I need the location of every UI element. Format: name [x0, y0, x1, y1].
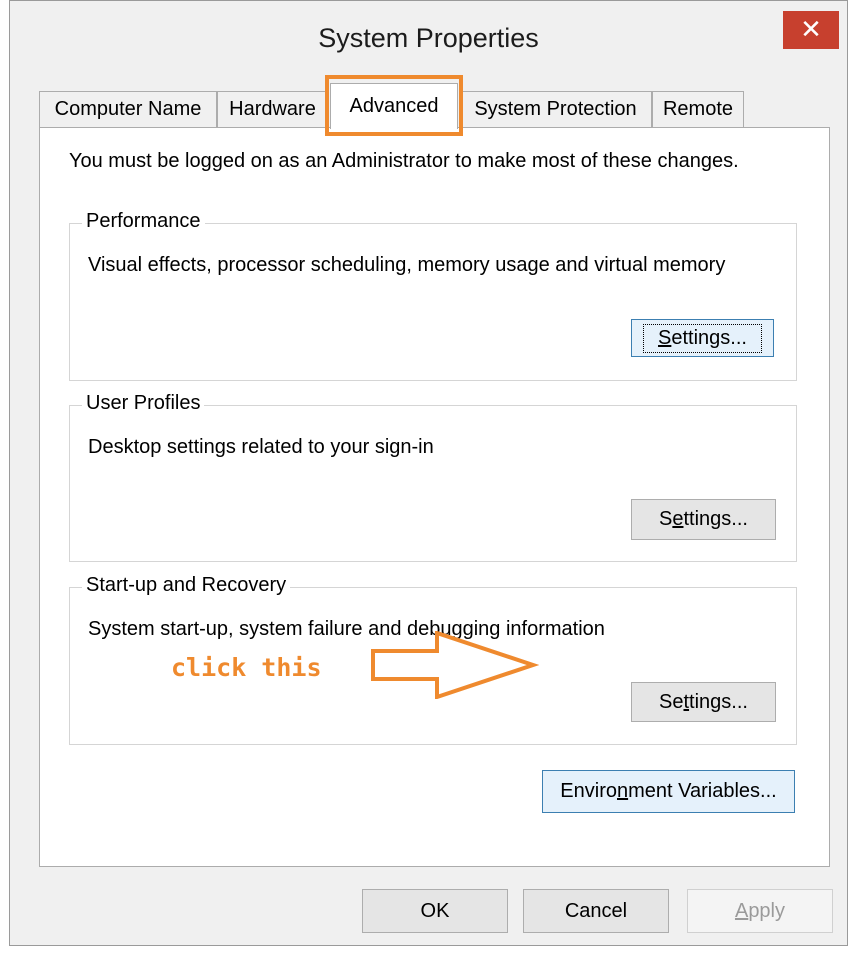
user-profiles-group: User Profiles Desktop settings related t…: [69, 392, 797, 562]
startup-recovery-settings-button[interactable]: Settings...: [631, 682, 776, 722]
tab-label: Hardware: [229, 98, 316, 120]
button-label: Environment Variables...: [560, 780, 777, 802]
admin-note: You must be logged on as an Administrato…: [69, 150, 739, 172]
environment-variables-button[interactable]: Environment Variables...: [542, 770, 795, 813]
performance-legend: Performance: [82, 210, 205, 233]
performance-settings-button[interactable]: Settings...: [631, 319, 774, 357]
button-label: Settings...: [643, 323, 762, 353]
button-label: Apply: [734, 899, 786, 922]
ok-button[interactable]: OK: [362, 889, 508, 933]
window-title: System Properties: [318, 23, 539, 53]
tab-label: System Protection: [474, 98, 637, 120]
apply-button[interactable]: Apply: [687, 889, 833, 933]
button-label: OK: [420, 899, 450, 922]
button-label: Settings...: [659, 690, 748, 713]
user-profiles-legend: User Profiles: [82, 392, 205, 415]
performance-group: Performance Visual effects, processor sc…: [69, 210, 797, 381]
tab-system-protection[interactable]: System Protection: [459, 91, 652, 127]
tab-label: Computer Name: [54, 98, 202, 120]
tab-computer-name[interactable]: Computer Name: [39, 91, 217, 127]
tab-label: Remote: [662, 98, 734, 120]
user-profiles-settings-button[interactable]: Settings...: [631, 499, 776, 540]
button-label: Cancel: [564, 899, 628, 922]
title-bar[interactable]: System Properties ✕: [10, 1, 847, 83]
tab-hardware[interactable]: Hardware: [217, 91, 328, 127]
close-button[interactable]: ✕: [783, 11, 839, 49]
tab-remote[interactable]: Remote: [652, 91, 744, 127]
cancel-button[interactable]: Cancel: [523, 889, 669, 933]
button-label: Settings...: [659, 508, 748, 530]
startup-recovery-legend: Start-up and Recovery: [82, 574, 291, 597]
system-properties-window: System Properties ✕ Computer Name Hardwa…: [9, 0, 848, 946]
tab-highlight-box: [325, 75, 463, 136]
advanced-tab-panel: You must be logged on as an Administrato…: [39, 127, 830, 867]
annotation-text: click this: [171, 653, 322, 682]
annotation-arrow-icon: [371, 631, 539, 699]
user-profiles-description: Desktop settings related to your sign-in: [88, 436, 434, 458]
close-icon: ✕: [800, 15, 822, 45]
performance-description: Visual effects, processor scheduling, me…: [88, 254, 726, 276]
